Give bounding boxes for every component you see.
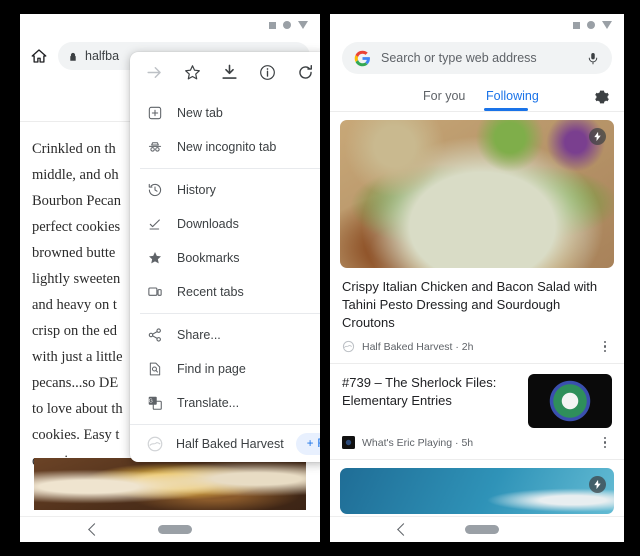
left-phone: halfba — H A L F H A R Crinkled on th mi… xyxy=(20,14,320,542)
search-bar-container: Search or type web address xyxy=(330,36,624,82)
feed-tabs: For you Following xyxy=(330,82,624,112)
translate-icon: G xyxy=(146,395,163,412)
feed-card[interactable] xyxy=(330,468,624,514)
follow-button[interactable]: + Follow xyxy=(295,432,320,455)
tab-for-you[interactable]: For you xyxy=(423,89,465,103)
svg-text:G: G xyxy=(148,399,152,405)
downloads-icon xyxy=(146,216,163,233)
back-icon[interactable] xyxy=(396,523,410,536)
kebab-menu-icon[interactable] xyxy=(598,436,612,449)
menu-item-label: Share... xyxy=(177,328,221,342)
kebab-menu-icon[interactable] xyxy=(598,340,612,353)
reload-icon[interactable] xyxy=(294,61,316,83)
follow-button-label: Follow xyxy=(317,438,320,450)
sherlock-files-photo xyxy=(528,374,612,428)
recent-tabs-icon xyxy=(146,284,163,301)
menu-icon-row xyxy=(130,52,320,92)
history-icon xyxy=(146,182,163,199)
bookmark-star-icon[interactable] xyxy=(181,61,203,83)
menu-item-label: Recent tabs xyxy=(177,285,244,299)
menu-divider xyxy=(140,313,320,314)
star-filled-icon xyxy=(146,250,163,267)
search-input[interactable]: Search or type web address xyxy=(342,42,612,74)
menu-divider xyxy=(140,168,320,169)
menu-item-bookmarks[interactable]: Bookmarks xyxy=(130,241,320,275)
home-pill-icon[interactable] xyxy=(464,525,499,534)
circle-icon xyxy=(283,21,291,29)
publisher-avatar-icon xyxy=(146,435,164,453)
search-placeholder: Search or type web address xyxy=(381,51,537,65)
google-g-icon xyxy=(354,50,371,67)
home-icon[interactable] xyxy=(30,47,48,65)
menu-item-label: New tab xyxy=(177,106,223,120)
menu-item-label: Downloads xyxy=(177,217,239,231)
lock-icon xyxy=(68,50,78,62)
card-source-text: What's Eric Playing · 5h xyxy=(362,436,474,449)
download-icon[interactable] xyxy=(219,61,241,83)
left-system-navbar xyxy=(20,516,320,542)
browser-overflow-menu: New tab New incognito tab History Downlo… xyxy=(130,52,320,462)
home-pill-icon[interactable] xyxy=(157,525,192,534)
forward-icon[interactable] xyxy=(144,61,166,83)
tab-following[interactable]: Following xyxy=(486,89,539,103)
menu-item-label: Find in page xyxy=(177,362,246,376)
menu-item-translate[interactable]: G Translate... xyxy=(130,386,320,420)
right-system-navbar xyxy=(330,516,624,542)
menu-items: New tab New incognito tab History Downlo… xyxy=(130,92,320,420)
share-icon xyxy=(146,327,163,344)
triangle-icon xyxy=(602,21,612,29)
right-phone: Search or type web address For you Follo… xyxy=(330,14,624,542)
menu-item-new-incognito-tab[interactable]: New incognito tab xyxy=(130,130,320,164)
follow-plus-icon: + xyxy=(306,437,314,450)
menu-item-label: Translate... xyxy=(177,396,240,410)
square-icon xyxy=(573,21,580,29)
publisher-name: Half Baked Harvest xyxy=(176,436,284,451)
article-feed: Crispy Italian Chicken and Bacon Salad w… xyxy=(330,120,624,514)
amp-lightning-icon xyxy=(589,476,606,493)
square-icon xyxy=(269,21,276,29)
card-title: #739 – The Sherlock Files: Elementary En… xyxy=(342,375,497,408)
feed-card[interactable]: Crispy Italian Chicken and Bacon Salad w… xyxy=(330,120,624,363)
gear-icon[interactable] xyxy=(594,89,610,105)
card-source-text: Half Baked Harvest · 2h xyxy=(362,340,474,353)
menu-item-find-in-page[interactable]: Find in page xyxy=(130,352,320,386)
card-row: #739 – The Sherlock Files: Elementary En… xyxy=(330,364,624,428)
left-status-bar xyxy=(20,14,320,36)
right-status-bar xyxy=(330,14,624,36)
card-source-row: Half Baked Harvest · 2h xyxy=(330,332,624,363)
whats-eric-playing-avatar xyxy=(342,436,355,449)
menu-item-downloads[interactable]: Downloads xyxy=(130,207,320,241)
back-icon[interactable] xyxy=(87,523,101,536)
incognito-icon xyxy=(146,139,163,156)
menu-item-label: New incognito tab xyxy=(177,140,277,154)
half-baked-harvest-avatar xyxy=(342,340,355,353)
feed-card[interactable]: #739 – The Sherlock Files: Elementary En… xyxy=(330,364,624,459)
menu-item-label: Bookmarks xyxy=(177,251,240,265)
menu-item-label: History xyxy=(177,183,216,197)
card-source-row: What's Eric Playing · 5h xyxy=(330,428,624,459)
new-tab-icon xyxy=(146,105,163,122)
menu-item-history[interactable]: History xyxy=(130,173,320,207)
salad-photo xyxy=(340,120,614,268)
card-divider xyxy=(330,459,624,460)
card-title: Crispy Italian Chicken and Bacon Salad w… xyxy=(342,279,598,330)
microphone-icon[interactable] xyxy=(586,50,600,67)
menu-publisher-row: Half Baked Harvest + Follow xyxy=(130,424,320,462)
menu-item-recent-tabs[interactable]: Recent tabs xyxy=(130,275,320,309)
article-photo xyxy=(34,458,306,510)
page-info-icon[interactable] xyxy=(257,61,279,83)
triangle-icon xyxy=(298,21,308,29)
amp-lightning-icon xyxy=(589,128,606,145)
menu-item-new-tab[interactable]: New tab xyxy=(130,96,320,130)
active-tab-indicator xyxy=(484,108,528,111)
find-in-page-icon xyxy=(146,361,163,378)
screenshot-stage: halfba — H A L F H A R Crinkled on th mi… xyxy=(0,0,640,556)
underwater-whale-photo xyxy=(340,468,614,514)
circle-icon xyxy=(587,21,595,29)
address-bar-text: halfba xyxy=(85,49,120,63)
menu-item-share[interactable]: Share... xyxy=(130,318,320,352)
